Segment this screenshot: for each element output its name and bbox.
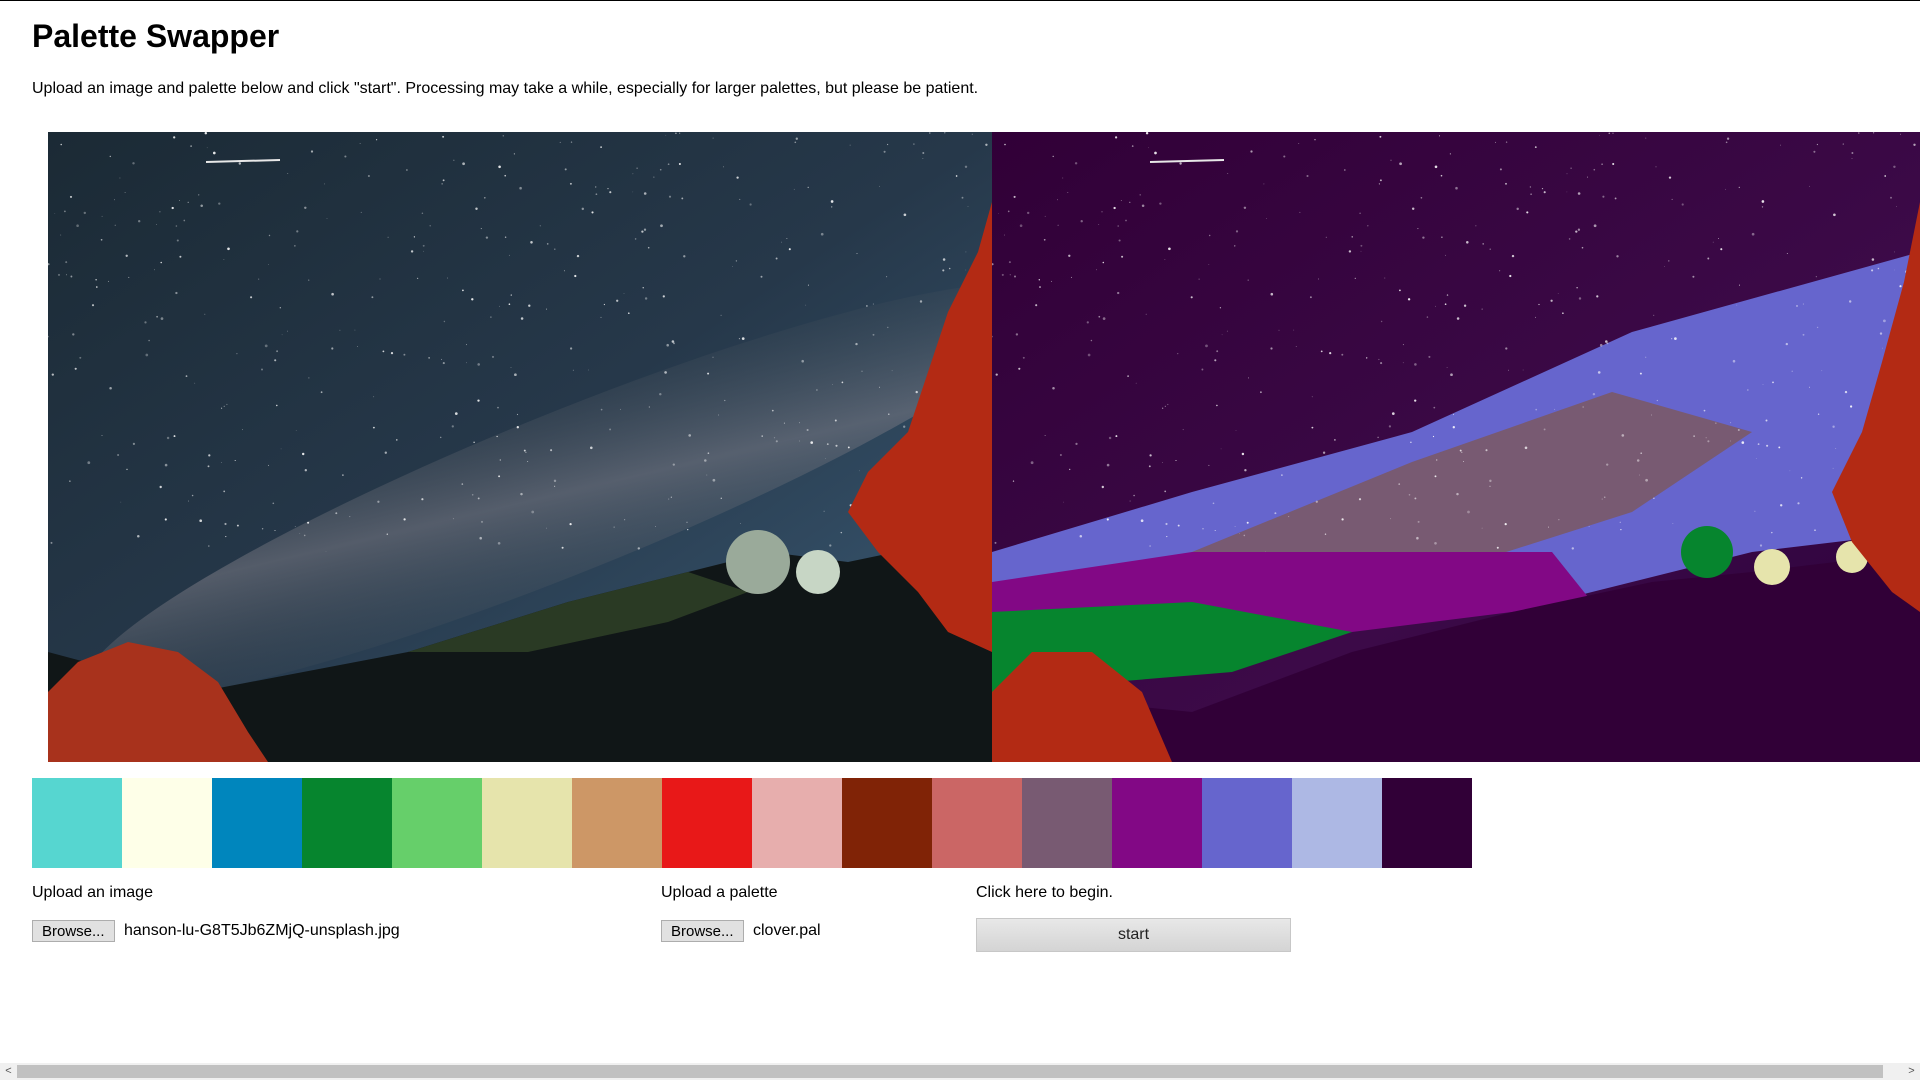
palette-swatch — [752, 778, 842, 868]
upload-palette-label: Upload a palette — [661, 884, 778, 901]
palette-swatch — [1382, 778, 1472, 868]
palette-swatch — [662, 778, 752, 868]
upload-palette-filename: clover.pal — [753, 922, 821, 939]
upload-palette-browse-button[interactable]: Browse... — [661, 920, 744, 942]
palette-swatch — [932, 778, 1022, 868]
horizontal-scrollbar[interactable]: < > — [0, 1063, 1920, 1080]
palette-swatch — [1022, 778, 1112, 868]
start-button[interactable]: start — [976, 918, 1291, 952]
palette-swatch — [392, 778, 482, 868]
palette-swatch — [212, 778, 302, 868]
palette-swatch — [482, 778, 572, 868]
scroll-right-icon[interactable]: > — [1903, 1063, 1920, 1080]
upload-image-filename: hanson-lu-G8T5Jb6ZMjQ-unsplash.jpg — [124, 922, 400, 939]
scroll-left-icon[interactable]: < — [0, 1063, 17, 1080]
intro-text: Upload an image and palette below and cl… — [32, 80, 979, 97]
image-comparison — [48, 132, 1920, 762]
upload-image-label: Upload an image — [32, 884, 153, 901]
start-label: Click here to begin. — [976, 884, 1113, 901]
upload-image-browse-button[interactable]: Browse... — [32, 920, 115, 942]
swapped-image — [992, 132, 1920, 762]
palette-swatch — [1202, 778, 1292, 868]
palette-swatch — [32, 778, 122, 868]
palette-swatch — [1292, 778, 1382, 868]
palette-swatch — [572, 778, 662, 868]
palette-swatch — [302, 778, 392, 868]
palette-swatch — [842, 778, 932, 868]
palette-swatch — [122, 778, 212, 868]
palette-swatch — [1112, 778, 1202, 868]
original-image — [48, 132, 992, 762]
top-border — [0, 0, 1920, 1]
palette-swatches — [32, 778, 1472, 868]
page-title: Palette Swapper — [32, 18, 280, 54]
scrollbar-thumb[interactable] — [17, 1065, 1883, 1078]
